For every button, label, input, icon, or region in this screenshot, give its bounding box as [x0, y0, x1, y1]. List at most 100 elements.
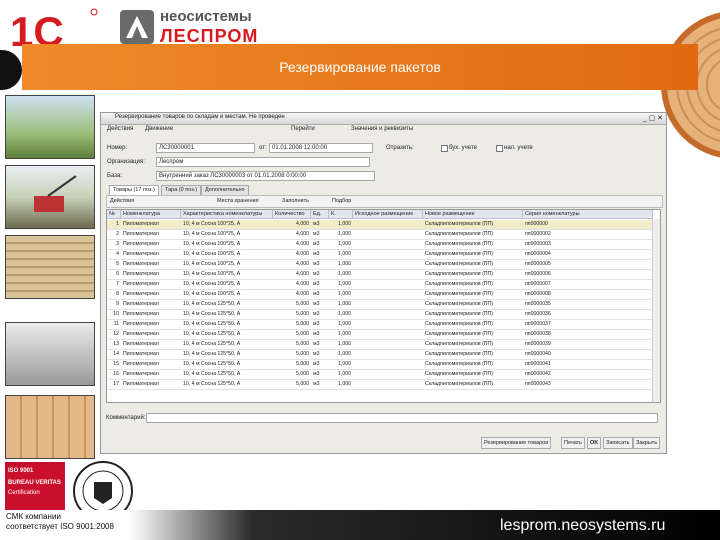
photo-forest [5, 95, 95, 159]
cell-qty: 5,000 [296, 381, 309, 387]
acc-checkbox[interactable] [441, 145, 448, 152]
reserve-report-button[interactable]: Резервирование товаров [481, 437, 552, 449]
basis-field[interactable]: Внутренний заказ ЛС30000003 от 01.01.200… [156, 171, 375, 181]
table-header-series[interactable]: Серия номенклатуры [523, 210, 653, 219]
cell-name: Пиломатериал [123, 231, 159, 237]
cell-n: 1 [116, 221, 119, 227]
cell-char: 10, 4 м Сосна 125*50, А [183, 351, 241, 357]
cell-series: пп0000035 [525, 301, 551, 307]
cell-qty: 4,000 [296, 281, 309, 287]
date-field[interactable]: 01.01.2008 12:00:00 [269, 143, 373, 153]
table-row[interactable]: 2 Пиломатериал 10, 4 м Сосна 100*25, А 4,00… [107, 230, 660, 240]
cell-from [353, 330, 423, 339]
table-row[interactable]: 14 Пиломатериал 10, 4 м Сосна 125*50, А 5,0… [107, 350, 660, 360]
cell-to: Складпиломатериалов (ПП) [425, 281, 493, 287]
cell-unit: м3 [313, 281, 320, 287]
close-button[interactable]: Закрыть [633, 437, 661, 449]
tax-label: нал. учете [504, 145, 533, 151]
window-title: Резервирование товаров по складам и мест… [115, 114, 285, 120]
menu-other[interactable]: Движение [145, 126, 173, 136]
table-header-to[interactable]: Новое размещение [423, 210, 523, 219]
table-header-n[interactable]: № [107, 210, 121, 219]
cell-qty: 4,000 [296, 221, 309, 227]
cell-series: пп000000 [525, 221, 548, 227]
table-row[interactable]: 4 Пиломатериал 10, 4 м Сосна 100*25, А 4,00… [107, 250, 660, 260]
table-row[interactable]: 7 Пиломатериал 10, 4 м Сосна 100*25, А 4,00… [107, 280, 660, 290]
table-header-qty[interactable]: Количество [273, 210, 311, 219]
cell-name: Пиломатериал [123, 371, 159, 377]
cell-name: Пиломатериал [123, 301, 159, 307]
cell-n: 16 [113, 371, 119, 377]
cmd-storage-places[interactable]: Места хранения [217, 198, 259, 204]
cell-n: 12 [113, 331, 119, 337]
cell-name: Пиломатериал [123, 361, 159, 367]
table-row[interactable]: 6 Пиломатериал 10, 4 м Сосна 100*25, А 4,00… [107, 270, 660, 280]
table-row[interactable]: 16 Пиломатериал 10, 4 м Сосна 125*50, А 5,0… [107, 370, 660, 380]
table-header-char[interactable]: Характеристика номенклатуры [181, 210, 273, 219]
cell-k: 1,000 [338, 331, 351, 337]
cell-n: 7 [116, 281, 119, 287]
table-row[interactable]: 12 Пиломатериал 10, 4 м Сосна 125*50, А 5,0… [107, 330, 660, 340]
print-button[interactable]: Печать [561, 437, 586, 449]
document-window: Резервирование товаров по складам и мест… [100, 112, 667, 454]
cell-name: Пиломатериал [123, 311, 159, 317]
table-row[interactable]: 15 Пиломатериал 10, 4 м Сосна 125*50, А 5,0… [107, 360, 660, 370]
table-header-name[interactable]: Номенклатура [121, 210, 181, 219]
table-row[interactable]: 5 Пиломатериал 10, 4 м Сосна 100*25, А 4,00… [107, 260, 660, 270]
cmd-actions[interactable]: Действия [110, 198, 134, 204]
cell-n: 17 [113, 381, 119, 387]
table-row[interactable]: 13 Пиломатериал 10, 4 м Сосна 125*50, А 5,0… [107, 340, 660, 350]
table-row[interactable]: 9 Пиломатериал 10, 4 м Сосна 125*50, А 5,00… [107, 300, 660, 310]
tab-additional[interactable]: Дополнительно [201, 185, 249, 195]
window-titlebar: Резервирование товаров по складам и мест… [101, 113, 666, 125]
cell-char: 10, 4 м Сосна 125*50, А [183, 321, 241, 327]
cell-n: 4 [116, 251, 119, 257]
iso-org: BUREAU VERITAS [8, 480, 61, 486]
cell-name: Пиломатериал [123, 331, 159, 337]
cmd-select[interactable]: Подбор [332, 198, 351, 204]
cell-k: 1,000 [338, 381, 351, 387]
cell-to: Складпиломатериалов (ПП) [425, 221, 493, 227]
menu-go[interactable]: Перейти [291, 126, 315, 136]
cmd-fill[interactable]: Заполнить [282, 198, 309, 204]
cell-k: 1,000 [338, 301, 351, 307]
table-row[interactable]: 1 Пиломатериал 10, 4 м Сосна 100*25, А 4,00… [107, 220, 660, 230]
cell-unit: м3 [313, 271, 320, 277]
site-url[interactable]: lesprom.neosystems.ru [500, 517, 665, 535]
ok-button[interactable]: OK [587, 437, 602, 449]
cell-n: 9 [116, 301, 119, 307]
table-header-unit[interactable]: Ед. [311, 210, 329, 219]
menu-actions[interactable]: Действия [107, 126, 133, 136]
table-scrollbar[interactable] [652, 219, 660, 402]
table-row[interactable]: 8 Пиломатериал 10, 4 м Сосна 100*25, А 4,00… [107, 290, 660, 300]
cell-k: 1,000 [338, 371, 351, 377]
cell-to: Складпиломатериалов (ПП) [425, 271, 493, 277]
cell-char: 10, 4 м Сосна 100*25, А [183, 271, 241, 277]
table-row[interactable]: 10 Пиломатериал 10, 4 м Сосна 125*50, А 5,0… [107, 310, 660, 320]
cell-series: пп0000040 [525, 351, 551, 357]
window-controls[interactable]: _ ▢ ✕ [643, 114, 663, 122]
number-field[interactable]: ЛС30000001 [156, 143, 255, 153]
table-header-from[interactable]: Исходное размещение [353, 210, 423, 219]
menu-values-props[interactable]: Значения и реквизиты [351, 126, 413, 136]
cell-unit: м3 [313, 351, 320, 357]
table-row[interactable]: 17 Пиломатериал 10, 4 м Сосна 125*50, А 5,0… [107, 380, 660, 390]
tax-checkbox[interactable] [496, 145, 503, 152]
org-field[interactable]: Леспром [156, 157, 370, 167]
comment-field[interactable] [146, 413, 658, 423]
tab-goods[interactable]: Товары (17 поз.) [109, 185, 159, 195]
date-label: от: [259, 145, 267, 151]
number-label: Номер: [107, 145, 128, 151]
cell-k: 1,000 [338, 321, 351, 327]
save-button[interactable]: Записать [603, 437, 633, 449]
cell-series: пп0000037 [525, 321, 551, 327]
cell-n: 2 [116, 231, 119, 237]
cell-char: 10, 4 м Сосна 100*25, А [183, 251, 241, 257]
cell-series: пп0000002 [525, 231, 551, 237]
table-row[interactable]: 11 Пиломатериал 10, 4 м Сосна 125*50, А 5,0… [107, 320, 660, 330]
table-row[interactable]: 3 Пиломатериал 10, 4 м Сосна 100*25, А 4,00… [107, 240, 660, 250]
tab-tare[interactable]: Тара (0 поз.) [161, 185, 202, 195]
table-header-k[interactable]: К. [329, 210, 353, 219]
cell-char: 10, 4 м Сосна 125*50, А [183, 361, 241, 367]
cell-to: Складпиломатериалов (ПП) [425, 251, 493, 257]
